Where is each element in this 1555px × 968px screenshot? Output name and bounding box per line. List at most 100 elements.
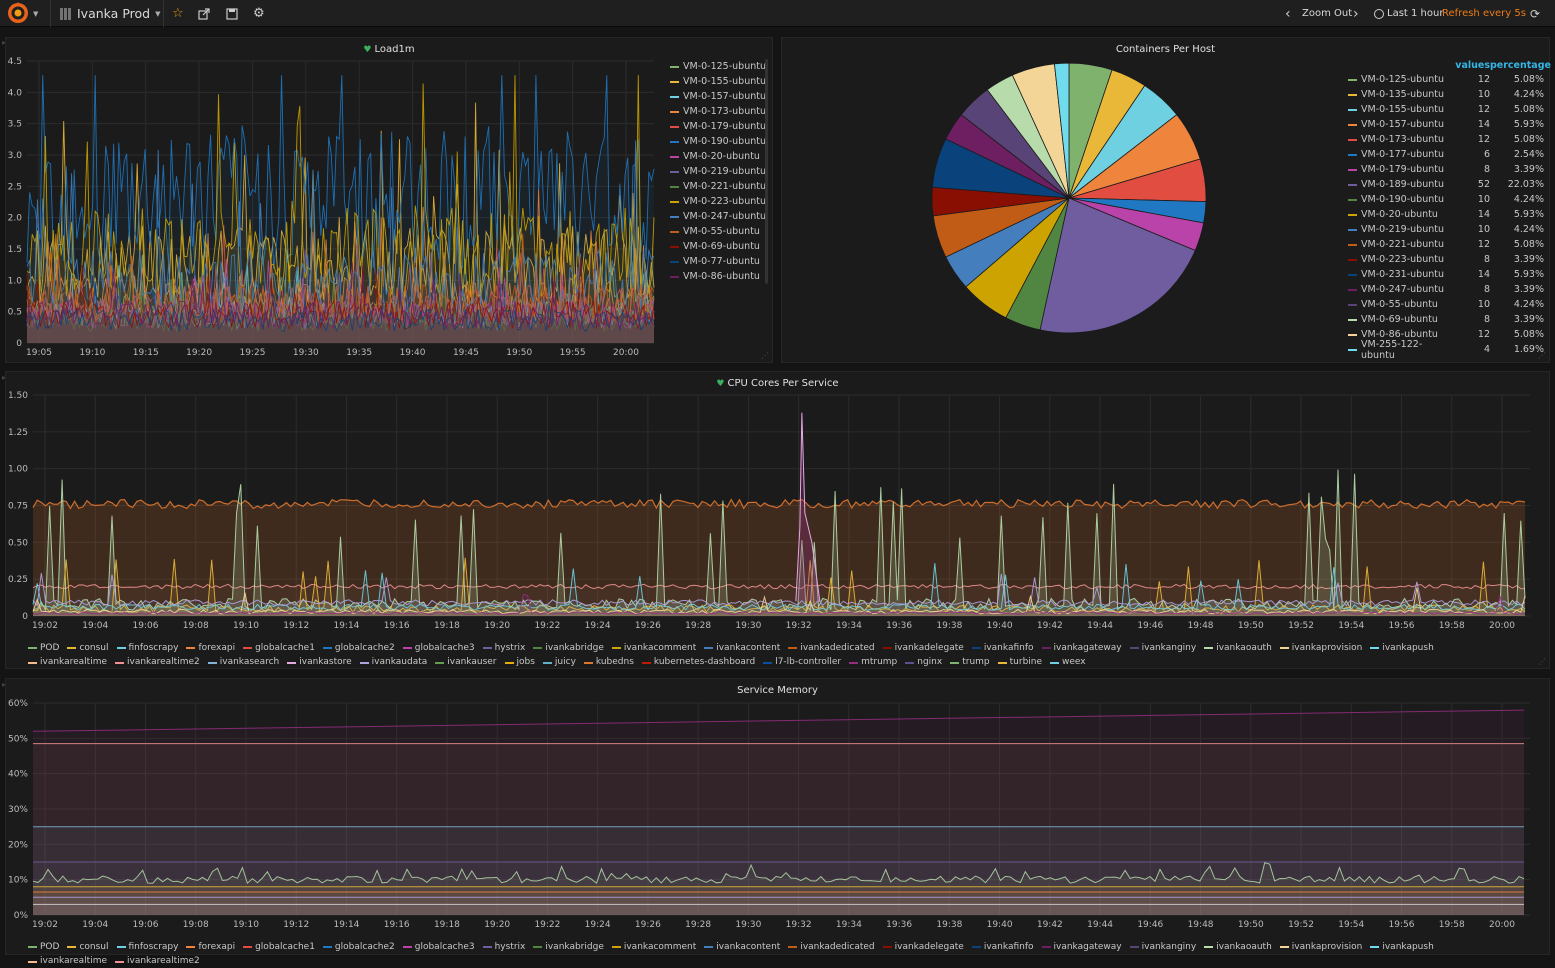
pie-legend-row[interactable]: VM-0-223-ubuntu 8 3.39% <box>1348 252 1544 267</box>
legend-item[interactable]: ivankacomment <box>611 642 696 655</box>
legend-item[interactable]: ivankaoauth <box>1204 941 1272 954</box>
legend-item[interactable]: ivankasearch <box>207 656 279 669</box>
pie-legend-row[interactable]: VM-0-69-ubuntu 8 3.39% <box>1348 312 1544 327</box>
legend-item[interactable]: ivankaprovision <box>1279 642 1362 655</box>
legend-item[interactable]: mtrump <box>849 656 897 669</box>
legend-item[interactable]: hystrix <box>482 941 525 954</box>
legend-item[interactable]: VM-0-190-ubuntu <box>670 134 766 149</box>
legend-item[interactable]: l7-lb-controller <box>763 656 841 669</box>
pie-legend-row[interactable]: VM-0-247-ubuntu 8 3.39% <box>1348 282 1544 297</box>
gear-icon[interactable]: ⚙ <box>253 0 265 27</box>
legend-item[interactable]: ivankagateway <box>1041 642 1122 655</box>
legend-item[interactable]: VM-0-157-ubuntu <box>670 89 766 104</box>
legend-item[interactable]: ivankarealtime <box>28 955 107 968</box>
legend-item[interactable]: globalcache1 <box>243 642 315 655</box>
legend-item[interactable]: globalcache2 <box>322 642 395 655</box>
chevron-left-icon[interactable]: ‹ <box>1285 0 1291 27</box>
legend-item[interactable]: VM-0-69-ubuntu <box>670 239 766 254</box>
time-picker[interactable]: Last 1 hour <box>1374 0 1443 27</box>
pie-legend-row[interactable]: VM-0-219-ubuntu 10 4.24% <box>1348 222 1544 237</box>
pie-legend-row[interactable]: VM-0-177-ubuntu 6 2.54% <box>1348 147 1544 162</box>
containers-pie-chart[interactable] <box>919 53 1219 353</box>
legend-item[interactable]: ivankafinfo <box>971 642 1034 655</box>
legend-item[interactable]: VM-0-77-ubuntu <box>670 254 766 269</box>
cpu-cores-panel[interactable]: ♥ CPU Cores Per Service 0 0.25 0.50 0.75 1.00… <box>5 371 1550 669</box>
legend-item[interactable]: VM-0-221-ubuntu <box>670 179 766 194</box>
refresh-interval-label[interactable]: Refresh every 5s <box>1442 0 1526 27</box>
resize-handle-icon[interactable]: ⋰ <box>761 351 769 360</box>
legend-item[interactable]: VM-0-247-ubuntu <box>670 209 766 224</box>
legend-item[interactable]: forexapi <box>186 642 235 655</box>
legend-item[interactable]: ivankapush <box>1370 941 1434 954</box>
legend-item[interactable]: ivankauser <box>435 656 497 669</box>
legend-item[interactable]: globalcache3 <box>402 941 475 954</box>
pie-legend-row[interactable]: VM-0-155-ubuntu 12 5.08% <box>1348 102 1544 117</box>
pie-legend-row[interactable]: VM-0-55-ubuntu 10 4.24% <box>1348 297 1544 312</box>
legend-item[interactable]: VM-0-219-ubuntu <box>670 164 766 179</box>
legend-item[interactable]: VM-0-20-ubuntu <box>670 149 766 164</box>
legend-item[interactable]: juicy <box>542 656 576 669</box>
legend-item[interactable]: globalcache2 <box>322 941 395 954</box>
legend-item[interactable]: ivankadedicated <box>788 941 875 954</box>
legend-item[interactable]: VM-0-223-ubuntu <box>670 194 766 209</box>
legend-item[interactable]: consul <box>67 941 109 954</box>
legend-item[interactable]: ivankabridge <box>533 642 604 655</box>
pie-legend-row[interactable]: VM-255-122-ubuntu 4 1.69% <box>1348 339 1544 361</box>
legend-item[interactable]: nginx <box>905 656 942 669</box>
pie-legend-row[interactable]: VM-0-20-ubuntu 14 5.93% <box>1348 207 1544 222</box>
legend-item[interactable]: POD <box>28 941 59 954</box>
pie-legend-row[interactable]: VM-0-135-ubuntu 10 4.24% <box>1348 87 1544 102</box>
save-icon[interactable] <box>226 0 238 27</box>
legend-item[interactable]: finfoscrapy <box>116 642 178 655</box>
legend-item[interactable]: kubernetes-dashboard <box>641 656 755 669</box>
legend-item[interactable]: POD <box>28 642 59 655</box>
legend-item[interactable]: VM-0-55-ubuntu <box>670 224 766 239</box>
legend-item[interactable]: jobs <box>504 656 535 669</box>
legend-item[interactable]: globalcache1 <box>243 941 315 954</box>
legend-item[interactable]: ivankastore <box>287 656 352 669</box>
star-icon[interactable]: ☆ <box>172 0 184 27</box>
legend-item[interactable]: ivankacontent <box>704 941 780 954</box>
legend-item[interactable]: hystrix <box>482 642 525 655</box>
service-memory-chart[interactable]: 0% 10% 20% 30% 40% 50% 60% 19:02 19:04 19:06 19:08… <box>6 679 1549 937</box>
legend-item[interactable]: ivankarealtime2 <box>115 656 200 669</box>
pie-legend-row[interactable]: VM-0-125-ubuntu 12 5.08% <box>1348 72 1544 87</box>
pie-legend-row[interactable]: VM-0-190-ubuntu 10 4.24% <box>1348 192 1544 207</box>
resize-handle-icon[interactable]: ⋰ <box>1538 657 1546 666</box>
cpu-cores-chart[interactable]: 0 0.25 0.50 0.75 1.00 1.25 1.50 19:02 19:04 19:06… <box>6 372 1549 637</box>
legend-item[interactable]: ivankafinfo <box>971 941 1034 954</box>
logo-caret-icon[interactable]: ▼ <box>33 0 38 27</box>
legend-item[interactable]: ivankanginy <box>1129 941 1196 954</box>
chevron-right-icon[interactable]: › <box>1353 0 1359 27</box>
resize-handle-icon[interactable]: ⋰ <box>1538 351 1546 360</box>
legend-item[interactable]: ivankadelegate <box>882 642 964 655</box>
legend-item[interactable]: ivankadedicated <box>788 642 875 655</box>
legend-item[interactable]: ivankaoauth <box>1204 642 1272 655</box>
pie-legend-row[interactable]: VM-0-231-ubuntu 14 5.93% <box>1348 267 1544 282</box>
legend-item[interactable]: ivankabridge <box>533 941 604 954</box>
refresh-icon[interactable]: ⟳ <box>1530 0 1540 27</box>
grafana-logo-icon[interactable] <box>6 1 30 25</box>
pie-legend-row[interactable]: VM-0-157-ubuntu 14 5.93% <box>1348 117 1544 132</box>
legend-item[interactable]: ivankaprovision <box>1279 941 1362 954</box>
legend-item[interactable]: weex <box>1050 656 1086 669</box>
share-icon[interactable] <box>198 0 210 27</box>
containers-per-host-panel[interactable]: Containers Per Host values percentage VM… <box>781 37 1551 363</box>
legend-item[interactable]: kubedns <box>583 656 634 669</box>
pie-legend-row[interactable]: VM-0-173-ubuntu 12 5.08% <box>1348 132 1544 147</box>
legend-item[interactable]: VM-0-155-ubuntu <box>670 74 766 89</box>
legend-item[interactable]: trump <box>950 656 990 669</box>
legend-item[interactable]: forexapi <box>186 941 235 954</box>
legend-scrollbar[interactable] <box>765 59 768 284</box>
legend-item[interactable]: consul <box>67 642 109 655</box>
legend-item[interactable]: ivankanginy <box>1129 642 1196 655</box>
legend-item[interactable]: ivankarealtime <box>28 656 107 669</box>
legend-item[interactable]: ivankadelegate <box>882 941 964 954</box>
legend-item[interactable]: ivankapush <box>1370 642 1434 655</box>
legend-item[interactable]: ivankarealtime2 <box>115 955 200 968</box>
legend-item[interactable]: ivankaudata <box>359 656 427 669</box>
col-values-header[interactable]: values <box>1454 60 1490 71</box>
dashboard-picker[interactable]: Ivanka Prod ▼ <box>60 0 160 27</box>
zoom-out-button[interactable]: Zoom Out <box>1302 0 1352 27</box>
legend-item[interactable]: ivankacontent <box>704 642 780 655</box>
